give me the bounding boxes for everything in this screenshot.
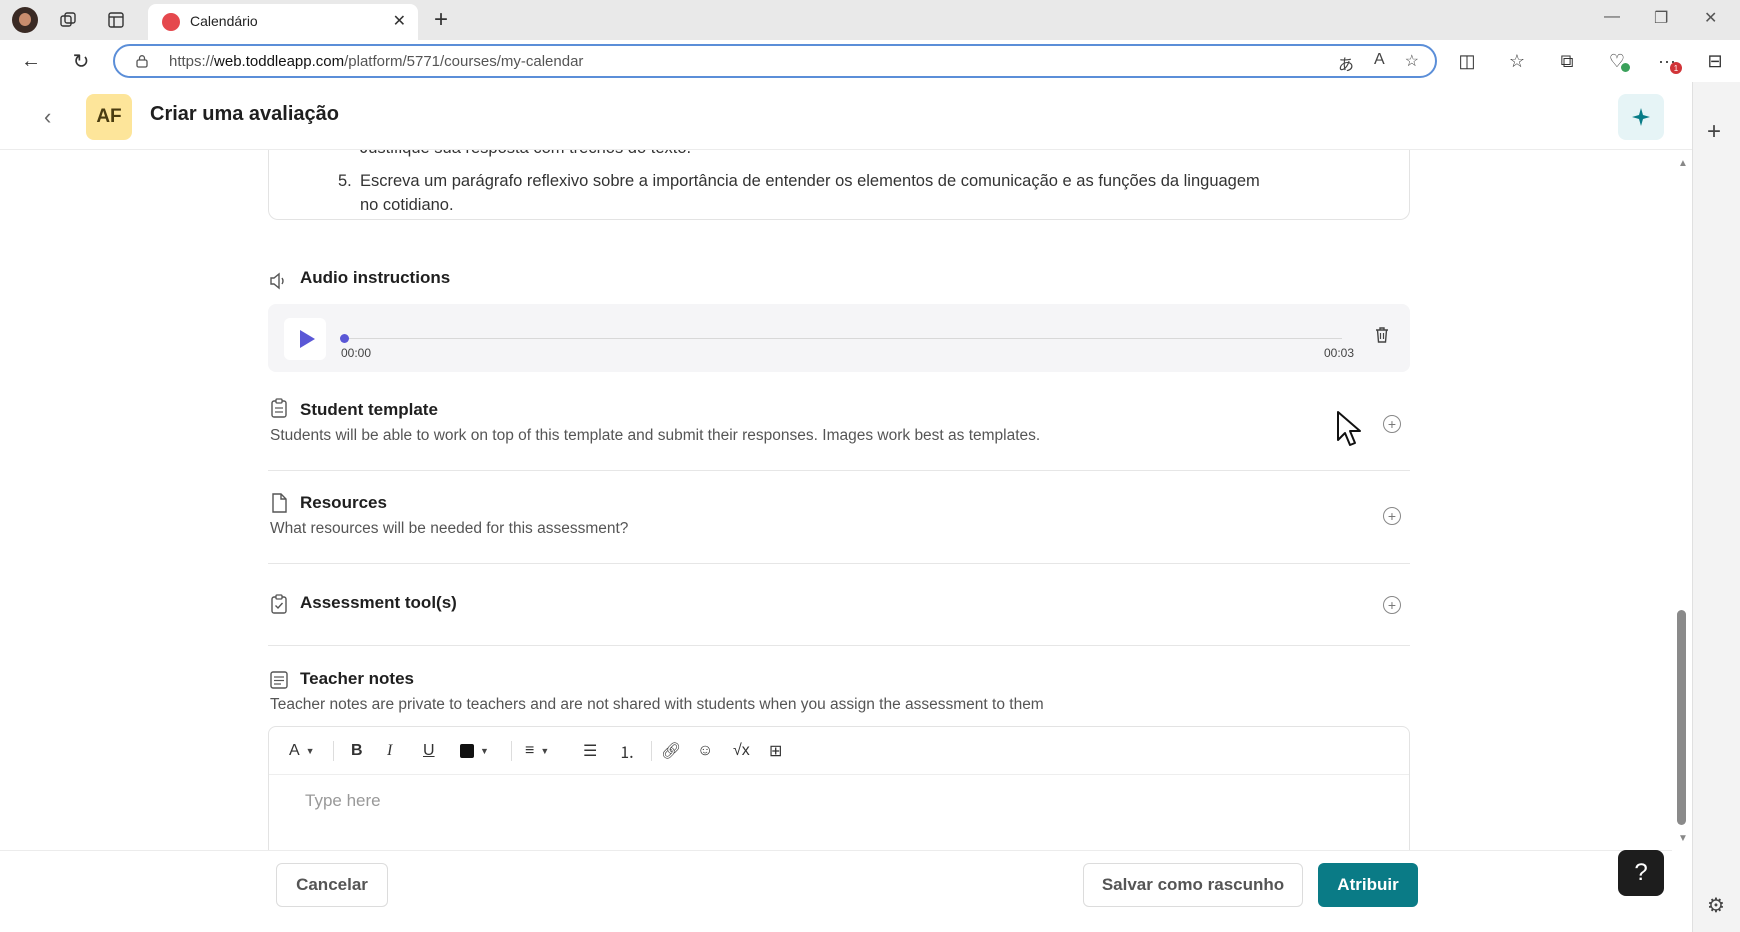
- back-arrow-icon[interactable]: ←: [18, 48, 44, 74]
- font-size-dropdown[interactable]: A ▼: [289, 741, 315, 761]
- favorite-star-icon[interactable]: ☆: [1405, 51, 1419, 75]
- translate-icon[interactable]: あ: [1338, 51, 1354, 75]
- browser-toolbar: ← ↻ https://web.toddleapp.com/platform/5…: [0, 40, 1740, 82]
- bold-icon[interactable]: B: [351, 741, 363, 761]
- audio-progress-handle[interactable]: [340, 334, 349, 343]
- divider: [268, 563, 1410, 564]
- scroll-content: Justifique sua resposta com trechos do t…: [0, 82, 1672, 850]
- document-icon: [272, 493, 287, 513]
- add-assessment-tool-icon[interactable]: +: [1383, 596, 1401, 614]
- browser-essentials-icon[interactable]: ♡: [1604, 48, 1630, 74]
- tab-actions-icon[interactable]: [106, 10, 126, 30]
- workspaces-icon[interactable]: [58, 10, 78, 30]
- audio-duration: 00:03: [1324, 346, 1355, 360]
- link-icon[interactable]: 🔗︎: [661, 741, 681, 761]
- address-bar[interactable]: https://web.toddleapp.com/platform/5771/…: [113, 44, 1437, 78]
- restore-icon[interactable]: ❐: [1654, 8, 1668, 28]
- add-resources-icon[interactable]: +: [1383, 507, 1401, 525]
- notes-icon: [270, 671, 288, 689]
- split-screen-icon[interactable]: ◫: [1454, 48, 1480, 74]
- toddle-favicon-icon: [162, 13, 180, 31]
- sparkle-icon: [1632, 108, 1650, 126]
- speaker-icon: [270, 272, 284, 290]
- page-footer: Cancelar Salvar como rascunho Atribuir: [0, 850, 1672, 932]
- numbered-list-icon[interactable]: ⒈: [619, 741, 635, 762]
- audio-progress-track[interactable]: [342, 338, 1342, 339]
- add-student-template-icon[interactable]: +: [1383, 415, 1401, 433]
- page-title: Criar uma avaliação: [150, 103, 339, 125]
- favorites-icon[interactable]: ☆: [1504, 48, 1530, 74]
- emoji-icon[interactable]: ☺: [697, 741, 713, 761]
- editor-toolbar: A ▼ B I U ▼ ≡ ▼ ☰ ⒈ 🔗︎ ☺ √x ⊞: [269, 727, 1409, 775]
- toolbar-separator: [333, 741, 334, 761]
- teacher-notes-editor: A ▼ B I U ▼ ≡ ▼ ☰ ⒈ 🔗︎ ☺ √x ⊞ Type here: [268, 726, 1410, 850]
- assessment-tools-title: Assessment tool(s): [300, 593, 457, 612]
- play-icon: [299, 330, 315, 348]
- student-template-description: Students will be able to work on top of …: [270, 427, 1041, 444]
- clipboard-icon: [271, 398, 287, 418]
- clipboard-check-icon: [271, 594, 287, 614]
- help-button[interactable]: ?: [1618, 850, 1664, 896]
- italic-icon[interactable]: I: [387, 741, 392, 761]
- teacher-notes-input[interactable]: Type here: [305, 791, 381, 811]
- new-tab-icon[interactable]: +: [434, 6, 448, 34]
- tab-title: Calendário: [190, 13, 258, 29]
- save-draft-button[interactable]: Salvar como rascunho: [1083, 863, 1303, 907]
- avatar: AF: [86, 94, 132, 140]
- text-color-dropdown[interactable]: ▼: [460, 741, 489, 761]
- more-menu-icon[interactable]: ··· 1: [1654, 48, 1682, 74]
- resources-description: What resources will be needed for this a…: [270, 520, 629, 537]
- lock-icon: [136, 55, 148, 68]
- collections-icon[interactable]: ⧉: [1554, 48, 1580, 74]
- divider: [268, 470, 1410, 471]
- resources-title: Resources: [300, 493, 387, 512]
- scroll-thumb[interactable]: [1677, 610, 1686, 825]
- scroll-up-icon[interactable]: ▲: [1678, 158, 1688, 169]
- audio-player: 00:00 00:03: [268, 304, 1410, 372]
- divider: [268, 645, 1410, 646]
- minimize-icon[interactable]: —: [1604, 8, 1620, 26]
- scroll-down-icon[interactable]: ▼: [1678, 833, 1688, 844]
- browser-tabstrip: Calendário ✕ + — ❐ ✕: [0, 0, 1740, 40]
- page-header: ‹ AF Criar uma avaliação: [0, 82, 1692, 150]
- profile-avatar[interactable]: [12, 7, 38, 33]
- close-window-icon[interactable]: ✕: [1704, 8, 1717, 28]
- teacher-notes-description: Teacher notes are private to teachers an…: [270, 696, 1044, 713]
- back-chevron-icon[interactable]: ‹: [44, 104, 51, 130]
- cancel-button[interactable]: Cancelar: [276, 863, 388, 907]
- underline-icon[interactable]: U: [423, 741, 435, 761]
- ai-sparkle-button[interactable]: [1618, 94, 1664, 140]
- edge-sidebar: + ⚙: [1692, 82, 1740, 932]
- toolbar-separator: [511, 741, 512, 761]
- settings-gear-icon[interactable]: ⚙: [1707, 893, 1725, 918]
- scrollbar[interactable]: ▲ ▼: [1672, 150, 1692, 850]
- add-sidebar-app-icon[interactable]: +: [1707, 118, 1721, 146]
- align-dropdown[interactable]: ≡ ▼: [525, 741, 549, 761]
- toolbar-separator: [651, 741, 652, 761]
- table-icon[interactable]: ⊞: [769, 741, 782, 761]
- read-aloud-icon[interactable]: A: [1374, 51, 1385, 75]
- student-template-title: Student template: [300, 400, 438, 419]
- close-tab-icon[interactable]: ✕: [393, 11, 406, 31]
- teacher-notes-title: Teacher notes: [300, 669, 415, 688]
- sidebar-toggle-icon[interactable]: ⊟: [1702, 48, 1728, 74]
- bullet-list-icon[interactable]: ☰: [583, 741, 597, 761]
- url-text: https://web.toddleapp.com/platform/5771/…: [169, 53, 584, 70]
- play-button[interactable]: [284, 318, 326, 360]
- assign-button[interactable]: Atribuir: [1318, 863, 1418, 907]
- audio-current-time: 00:00: [341, 346, 372, 360]
- mouse-cursor-icon: [1337, 411, 1361, 446]
- delete-audio-icon[interactable]: [1374, 326, 1390, 344]
- refresh-icon[interactable]: ↻: [68, 48, 94, 74]
- audio-instructions-title: Audio instructions: [300, 268, 451, 287]
- browser-tab[interactable]: Calendário ✕: [148, 4, 418, 40]
- page: Justifique sua resposta com trechos do t…: [0, 82, 1692, 932]
- math-formula-icon[interactable]: √x: [733, 741, 750, 761]
